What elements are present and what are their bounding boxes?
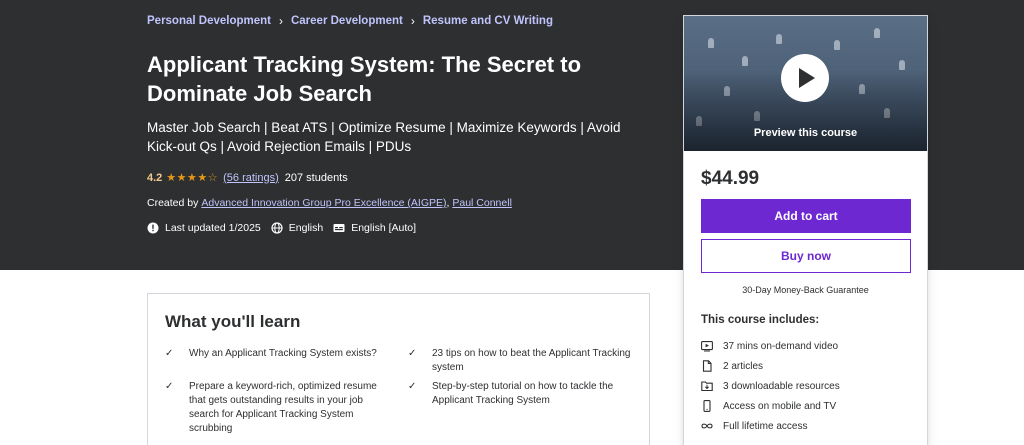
- course-meta-row: Last updated 1/2025 English English [Aut…: [147, 222, 426, 234]
- course-subtitle: Master Job Search | Beat ATS | Optimize …: [147, 120, 621, 154]
- alert-badge-icon: [147, 222, 159, 234]
- check-icon: ✓: [165, 348, 174, 359]
- captions: English [Auto]: [333, 222, 416, 234]
- check-icon: ✓: [165, 381, 174, 392]
- list-item: Access on mobile and TV: [701, 396, 840, 416]
- chevron-right-icon: ›: [410, 14, 415, 28]
- purchase-card: Preview this course $44.99 Add to cart B…: [683, 15, 928, 445]
- breadcrumb-personal-development[interactable]: Personal Development: [147, 15, 271, 27]
- list-item: Full lifetime access: [701, 416, 840, 436]
- last-updated: Last updated 1/2025: [147, 222, 261, 234]
- play-button[interactable]: [781, 54, 829, 102]
- breadcrumb: Personal Development › Career Developmen…: [147, 14, 553, 28]
- course-preview-video[interactable]: Preview this course: [684, 16, 927, 151]
- closed-captions-icon: [333, 222, 345, 234]
- includes-title: This course includes:: [701, 314, 820, 326]
- learn-item: ✓ Step-by-step tutorial on how to tackle…: [408, 380, 632, 408]
- rating-value: 4.2: [147, 171, 163, 184]
- list-item: 2 articles: [701, 356, 840, 376]
- learn-item-text: Why an Applicant Tracking System exists?: [189, 348, 377, 359]
- mobile-icon: [701, 400, 713, 412]
- file-icon: [701, 360, 713, 372]
- breadcrumb-career-development[interactable]: Career Development: [291, 15, 403, 27]
- infinity-icon: [701, 420, 713, 432]
- buy-now-button[interactable]: Buy now: [701, 239, 911, 273]
- add-to-cart-button[interactable]: Add to cart: [701, 199, 911, 233]
- star-rating-icon: ★★★★☆: [166, 172, 219, 184]
- video-icon: [701, 340, 713, 352]
- check-icon: ✓: [408, 348, 417, 359]
- students-count: 207 students: [284, 171, 348, 184]
- includes-label: 37 mins on-demand video: [723, 340, 839, 352]
- includes-list: 37 mins on-demand video 2 articles 3 dow…: [701, 336, 840, 436]
- globe-icon: [271, 222, 283, 234]
- includes-label: 3 downloadable resources: [723, 380, 840, 392]
- includes-label: 2 articles: [723, 360, 764, 372]
- check-icon: ✓: [408, 381, 417, 392]
- learn-item-text: 23 tips on how to beat the Applicant Tra…: [432, 348, 631, 373]
- learn-title: What you'll learn: [165, 312, 301, 331]
- learn-item-text: Step-by-step tutorial on how to tackle t…: [432, 381, 614, 406]
- breadcrumb-resume-cv-writing[interactable]: Resume and CV Writing: [423, 15, 553, 27]
- ratings-count-link[interactable]: (56 ratings): [223, 172, 279, 184]
- learn-item: ✓ Prepare a keyword-rich, optimized resu…: [165, 380, 389, 436]
- download-folder-icon: [701, 380, 713, 392]
- language-text: English: [288, 222, 324, 234]
- created-by-row: Created by Advanced Innovation Group Pro…: [147, 197, 512, 209]
- learn-item: ✓ 23 tips on how to beat the Applicant T…: [408, 347, 632, 375]
- language: English: [271, 222, 323, 234]
- money-back-guarantee: 30-Day Money-Back Guarantee: [742, 285, 869, 295]
- list-item: 37 mins on-demand video: [701, 336, 840, 356]
- course-title: Applicant Tracking System: The Secret to…: [147, 52, 582, 106]
- captions-text: English [Auto]: [351, 222, 417, 234]
- play-icon: [799, 68, 815, 88]
- chevron-right-icon: ›: [278, 14, 283, 28]
- preview-label: Preview this course: [753, 127, 858, 139]
- created-by-label: Created by: [147, 197, 199, 209]
- rating-row: 4.2 ★★★★☆ (56 ratings) 207 students: [147, 171, 348, 185]
- instructor-link-aigpe[interactable]: Advanced Innovation Group Pro Excellence…: [201, 197, 446, 209]
- last-updated-text: Last updated 1/2025: [165, 222, 261, 234]
- includes-label: Full lifetime access: [723, 420, 808, 432]
- course-price: $44.99: [701, 168, 760, 189]
- learn-item: ✓ Why an Applicant Tracking System exist…: [165, 347, 389, 361]
- learn-item-text: Prepare a keyword-rich, optimized resume…: [189, 381, 377, 434]
- what-youll-learn-box: What you'll learn ✓ Why an Applicant Tra…: [147, 293, 650, 445]
- instructor-link-paul-connell[interactable]: Paul Connell: [452, 197, 512, 209]
- includes-label: Access on mobile and TV: [723, 400, 837, 412]
- list-item: 3 downloadable resources: [701, 376, 840, 396]
